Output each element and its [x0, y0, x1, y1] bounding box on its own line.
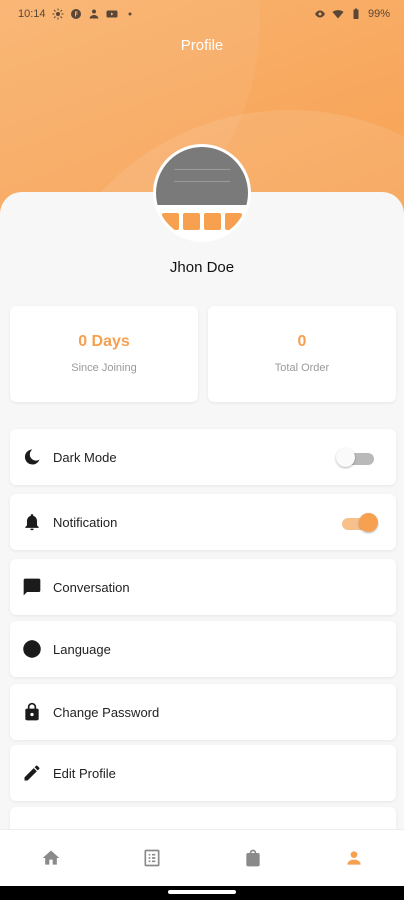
eye-icon — [314, 8, 326, 20]
dot-icon — [124, 8, 136, 20]
avatar-image — [156, 147, 248, 205]
page-title: Profile — [180, 37, 224, 54]
nav-profile[interactable] — [303, 830, 404, 886]
moon-icon — [22, 447, 42, 467]
chat-icon — [22, 577, 42, 597]
menu-item-change-password[interactable]: Change Password — [10, 684, 396, 740]
menu-item-language[interactable]: Language — [10, 621, 396, 677]
orders-list-icon — [144, 849, 159, 867]
bell-icon — [22, 512, 42, 532]
brightness-icon — [52, 8, 64, 20]
menu-item-label: Edit Profile — [53, 765, 116, 781]
nav-home[interactable] — [0, 830, 101, 886]
user-name: Jhon Doe — [169, 259, 235, 276]
menu-item-dark-mode[interactable]: Dark Mode — [10, 429, 396, 485]
pencil-icon — [22, 763, 42, 783]
notification-toggle[interactable] — [340, 512, 378, 532]
menu-item-label: Notification — [53, 514, 118, 530]
stat-label: Total Order — [274, 362, 330, 374]
stat-card-since-joining: 0 Days Since Joining — [10, 306, 198, 402]
menu-item-label: Conversation — [53, 579, 130, 595]
stat-label: Since Joining — [71, 362, 137, 374]
youtube-icon — [106, 8, 118, 20]
battery-percent: 99% — [367, 8, 390, 20]
profile-icon — [346, 851, 361, 865]
menu-item-edit-profile[interactable]: Edit Profile — [10, 745, 396, 801]
menu-item-conversation[interactable]: Conversation — [10, 559, 396, 615]
bottom-navigation — [0, 829, 404, 886]
lock-icon — [22, 702, 42, 722]
battery-icon — [350, 8, 362, 20]
status-time: 10:14 — [18, 8, 46, 20]
avatar[interactable] — [153, 144, 251, 242]
home-icon — [42, 850, 59, 865]
globe-icon — [22, 639, 42, 659]
menu-item-notification[interactable]: Notification — [10, 494, 396, 550]
gesture-handle[interactable] — [168, 890, 236, 894]
menu-item-label: Change Password — [53, 704, 160, 720]
person-app-icon — [88, 8, 100, 20]
wifi-icon — [332, 8, 344, 20]
menu-item-label: Dark Mode — [53, 449, 117, 465]
menu-item-label: Language — [53, 641, 111, 657]
status-bar: 10:14 99% — [0, 0, 404, 28]
stat-value: 0 — [297, 333, 307, 350]
f-app-icon — [70, 8, 82, 20]
system-gesture-area — [0, 886, 404, 900]
nav-shop[interactable] — [202, 830, 303, 886]
dark-mode-toggle[interactable] — [336, 447, 374, 467]
shopping-bag-icon — [245, 849, 260, 867]
stat-card-total-order: 0 Total Order — [208, 306, 396, 402]
stat-value: 0 Days — [78, 333, 130, 350]
nav-orders[interactable] — [101, 830, 202, 886]
